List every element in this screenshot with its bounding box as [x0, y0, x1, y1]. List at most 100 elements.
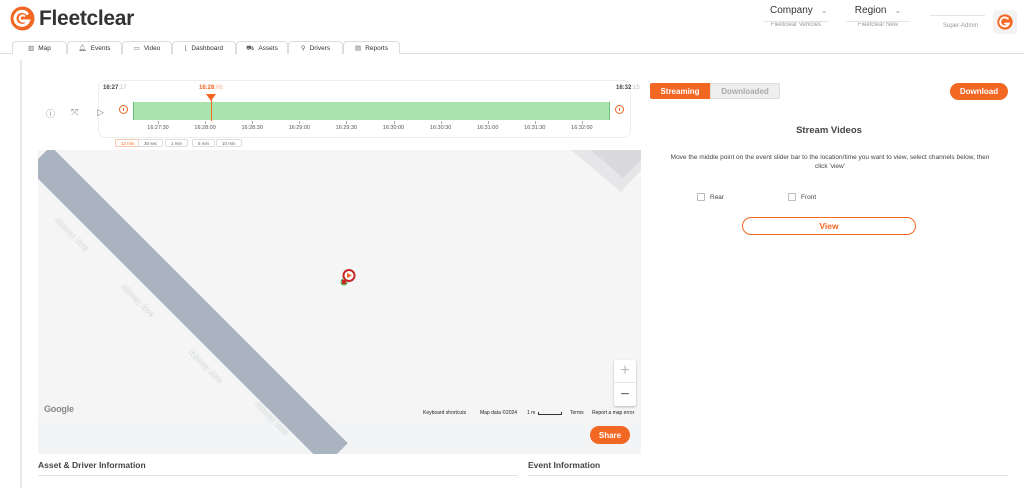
view-button[interactable]: View: [742, 217, 916, 235]
timeline-zoom-button[interactable]: 10 min: [216, 139, 242, 147]
timeline-tick-label: 16:31:30: [524, 125, 546, 131]
channel-front-checkbox[interactable]: Front: [788, 193, 816, 201]
timeline-tick-label: 16:32:00: [571, 125, 593, 131]
timeline-zoom-button[interactable]: 1 min: [165, 139, 189, 147]
company-value: Fleetclear Vehicles: [770, 22, 822, 28]
tab-label: Dashboard: [191, 44, 224, 52]
timeline-end-time: 16:32:15: [616, 85, 640, 91]
timeline-zoom-button[interactable]: 30 sec: [138, 139, 164, 147]
timeline-tick-label: 16:30:00: [382, 125, 405, 131]
tab-label: Events: [90, 44, 111, 52]
tab-label: Drivers: [309, 44, 331, 52]
keyboard-shortcuts-link[interactable]: Keyboard shortcuts: [423, 410, 466, 416]
checkbox-box[interactable]: [697, 193, 705, 201]
timeline-zoom-button[interactable]: 5 min: [192, 139, 216, 147]
divider: [38, 475, 518, 476]
timeline-start-handle[interactable]: [119, 105, 128, 114]
timeline-tick-label: 16:30:30: [429, 125, 452, 131]
event-section-title: Event Information: [528, 460, 601, 470]
tab-downloaded[interactable]: Downloaded: [710, 83, 780, 99]
timeline-tick-label: 16:31:00: [476, 125, 499, 131]
map-icon: ▥: [28, 45, 35, 52]
timeline-tick-mark: [252, 121, 254, 124]
map-scale-bar: [538, 412, 562, 415]
timeline-zoom-button[interactable]: 12 min: [115, 139, 141, 147]
road-abney-ave: [38, 150, 348, 454]
top-bar: Fleetclear Company ⌄ Fleetclear Vehicles …: [0, 0, 1024, 38]
region-selector[interactable]: Region ⌄ Fleetclear New: [846, 5, 910, 28]
timeline-tick-mark: [581, 121, 583, 124]
tab-drivers[interactable]: ⚲ Drivers: [288, 41, 343, 54]
timeline-tick-mark: [205, 121, 207, 124]
timeline-tick-mark: [534, 121, 536, 124]
chevron-down-icon: ⌄: [820, 6, 828, 15]
timeline-range-bar[interactable]: [133, 102, 610, 120]
company-label: Company: [770, 5, 813, 16]
asset-driver-section-title: Asset & Driver Information: [38, 460, 146, 470]
vehicle-location-pin-icon[interactable]: [340, 268, 356, 288]
nav-tabs: ▥ Map 🔔︎ Events ▭ Video ⌊ Dashboard ⛟ Assets …: [0, 38, 1024, 54]
tab-map[interactable]: ▥ Map: [12, 41, 67, 54]
tab-video[interactable]: ▭ Video: [122, 41, 172, 54]
timeline-tick-label: 16:28:00: [194, 125, 216, 131]
timeline-tick-label: 16:29:30: [335, 125, 358, 131]
tab-label: Video: [143, 44, 161, 52]
tab-label: Reports: [365, 44, 388, 52]
timeline-playhead[interactable]: [206, 94, 216, 101]
terms-link[interactable]: Terms: [570, 410, 584, 416]
user-role: Super-Admin: [943, 23, 979, 29]
channel-label: Rear: [710, 193, 725, 201]
bell-icon: 🔔︎: [78, 45, 87, 52]
tab-reports[interactable]: ▤ Reports: [343, 41, 400, 54]
fleetclear-logo-icon: [10, 6, 35, 31]
info-icon[interactable]: ⓘ: [46, 107, 55, 120]
expand-icon[interactable]: ⤧: [71, 107, 78, 118]
brand-name: Fleetclear: [39, 6, 135, 30]
left-rail: [20, 60, 22, 488]
tab-assets[interactable]: ⛟ Assets: [236, 41, 288, 54]
timeline-tick-label: 16:27:30: [147, 125, 169, 131]
channel-rear-checkbox[interactable]: Rear: [697, 193, 724, 201]
map-zoom-control: + −: [614, 360, 636, 406]
map-terrain-corner: [571, 150, 641, 192]
tab-label: Assets: [258, 44, 278, 52]
timeline-tick-mark: [440, 121, 442, 124]
user-avatar-icon: [997, 14, 1013, 30]
region-label: Region: [854, 5, 887, 16]
zoom-in-button[interactable]: +: [614, 360, 636, 383]
share-button[interactable]: Share: [590, 426, 630, 444]
scale-label[interactable]: 1 m: [527, 410, 535, 416]
document-icon: ▤: [355, 45, 362, 52]
tab-streaming[interactable]: Streaming: [650, 83, 710, 99]
timeline-tick-label: 16:29:00: [288, 125, 311, 131]
stream-description: Move the middle point on the event slide…: [670, 154, 990, 170]
video-icon: ▭: [133, 45, 140, 52]
tab-dashboard[interactable]: ⌊ Dashboard: [172, 41, 236, 54]
timeline-tick-mark: [299, 121, 301, 124]
play-icon[interactable]: ▷: [97, 107, 104, 118]
checkbox-box[interactable]: [788, 193, 796, 201]
region-value: Fleetclear New: [857, 22, 898, 28]
truck-icon: ⛟: [246, 44, 255, 52]
chart-icon: ⌊: [184, 45, 188, 52]
download-button[interactable]: Download: [950, 83, 1008, 100]
chevron-down-icon: ⌄: [894, 6, 902, 15]
timeline-tick-mark: [487, 121, 489, 124]
timeline-playhead-line: [211, 99, 212, 121]
zoom-out-button[interactable]: −: [614, 383, 636, 406]
report-map-error-link[interactable]: Report a map error: [592, 410, 634, 416]
map-view[interactable]: Abney Ave Abney Ave Abney Ave Abney Ave …: [38, 150, 641, 454]
timeline-tick-mark: [158, 121, 159, 124]
divider: [528, 475, 1008, 476]
brand-logo[interactable]: Fleetclear: [10, 6, 134, 31]
timeline-current-time: 16:28:06: [199, 85, 223, 91]
timeline-start-time: 16:27:17: [103, 85, 127, 91]
timeline-tick-label: 16:28:30: [241, 125, 263, 131]
tab-events[interactable]: 🔔︎ Events: [67, 41, 122, 54]
timeline-end-handle[interactable]: [615, 105, 624, 114]
avatar[interactable]: [993, 10, 1017, 34]
map-data-label: Map data ©2024: [480, 410, 518, 416]
google-logo: Google: [44, 404, 74, 414]
company-selector[interactable]: Company ⌄ Fleetclear Vehicles: [764, 5, 828, 28]
tab-label: Map: [38, 44, 51, 52]
